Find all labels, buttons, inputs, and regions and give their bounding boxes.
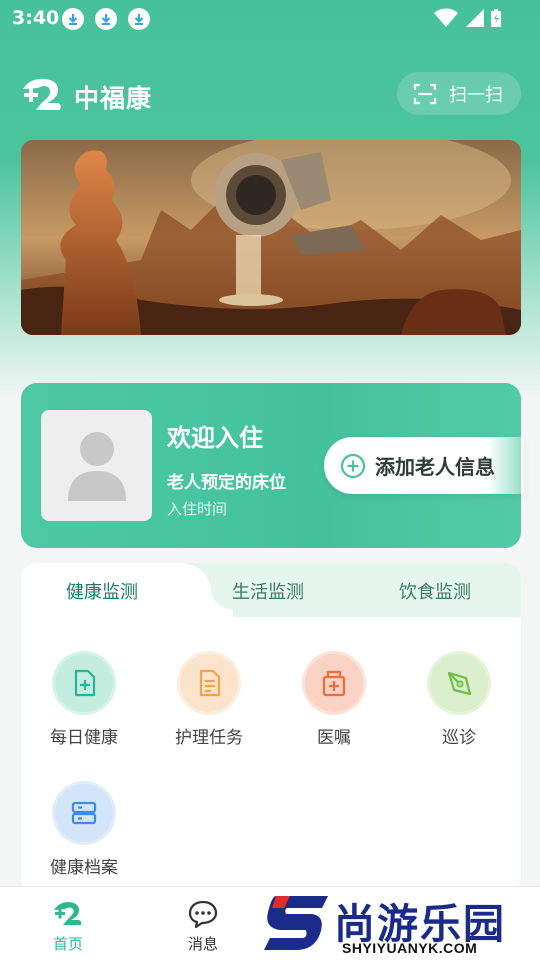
archive-icon — [71, 801, 97, 825]
message-icon — [188, 900, 218, 929]
download-icon — [62, 8, 84, 30]
download-icon — [95, 8, 117, 30]
watermark: 尚游乐园 SHYIYUANYK.COM — [262, 890, 540, 960]
pen-nib-icon — [447, 671, 472, 696]
welcome-card: 欢迎入住 老人预定的床位 入住时间 添加老人信息 — [21, 383, 524, 548]
feature-medical-order[interactable]: 医嘱 — [284, 651, 384, 748]
add-elder-label: 添加老人信息 — [375, 455, 495, 479]
add-circle-icon — [340, 453, 366, 478]
nav-messages[interactable]: 消息 — [163, 899, 243, 954]
feature-ward-round[interactable]: 巡诊 — [409, 651, 509, 748]
home-logo-icon — [54, 902, 82, 925]
checkin-time-label: 入住时间 — [167, 500, 228, 518]
health-document-icon — [74, 669, 96, 697]
feature-label: 每日健康 — [50, 728, 118, 748]
feature-daily-health[interactable]: 每日健康 — [34, 651, 134, 748]
tab-label-health[interactable]: 健康监测 — [66, 578, 138, 604]
person-placeholder-icon — [67, 431, 126, 501]
watermark-s-logo — [264, 896, 328, 950]
scan-button[interactable]: 扫一扫 — [397, 72, 521, 115]
cell-signal-icon — [466, 9, 484, 27]
feature-label: 医嘱 — [317, 728, 351, 748]
avatar[interactable] — [41, 410, 152, 521]
nav-home[interactable]: 首页 — [28, 899, 108, 954]
download-icon — [128, 8, 150, 30]
status-time: 3:40 — [12, 7, 60, 29]
scan-label: 扫一扫 — [449, 84, 503, 106]
scan-icon — [413, 83, 437, 104]
medical-order-icon — [322, 670, 346, 697]
nav-messages-label: 消息 — [187, 935, 218, 953]
task-list-icon — [199, 669, 221, 697]
tab-label-diet[interactable]: 饮食监测 — [399, 578, 471, 604]
app-title: 中福康 — [74, 84, 153, 113]
add-elder-button[interactable]: 添加老人信息 — [324, 437, 524, 494]
welcome-title: 欢迎入住 — [167, 424, 263, 452]
feature-label: 巡诊 — [442, 728, 476, 748]
battery-icon — [491, 9, 501, 27]
reserved-bed-label: 老人预定的床位 — [167, 473, 286, 493]
nav-home-label: 首页 — [52, 935, 83, 953]
feature-nursing-task[interactable]: 护理任务 — [159, 651, 259, 748]
feature-health-archive[interactable]: 健康档案 — [34, 781, 134, 878]
wifi-icon — [434, 8, 458, 27]
banner-image[interactable] — [21, 140, 521, 335]
tab-label-life[interactable]: 生活监测 — [232, 578, 304, 604]
feature-label: 健康档案 — [50, 858, 118, 878]
status-bar: 3:40 — [0, 0, 540, 36]
app-logo-icon — [23, 78, 61, 110]
watermark-url: SHYIYUANYK.COM — [342, 940, 478, 956]
feature-label: 护理任务 — [175, 728, 243, 748]
monitoring-panel: 健康监测 生活监测 饮食监测 每日健康 护理任务 医嘱 巡诊 健康档案 — [21, 563, 521, 893]
